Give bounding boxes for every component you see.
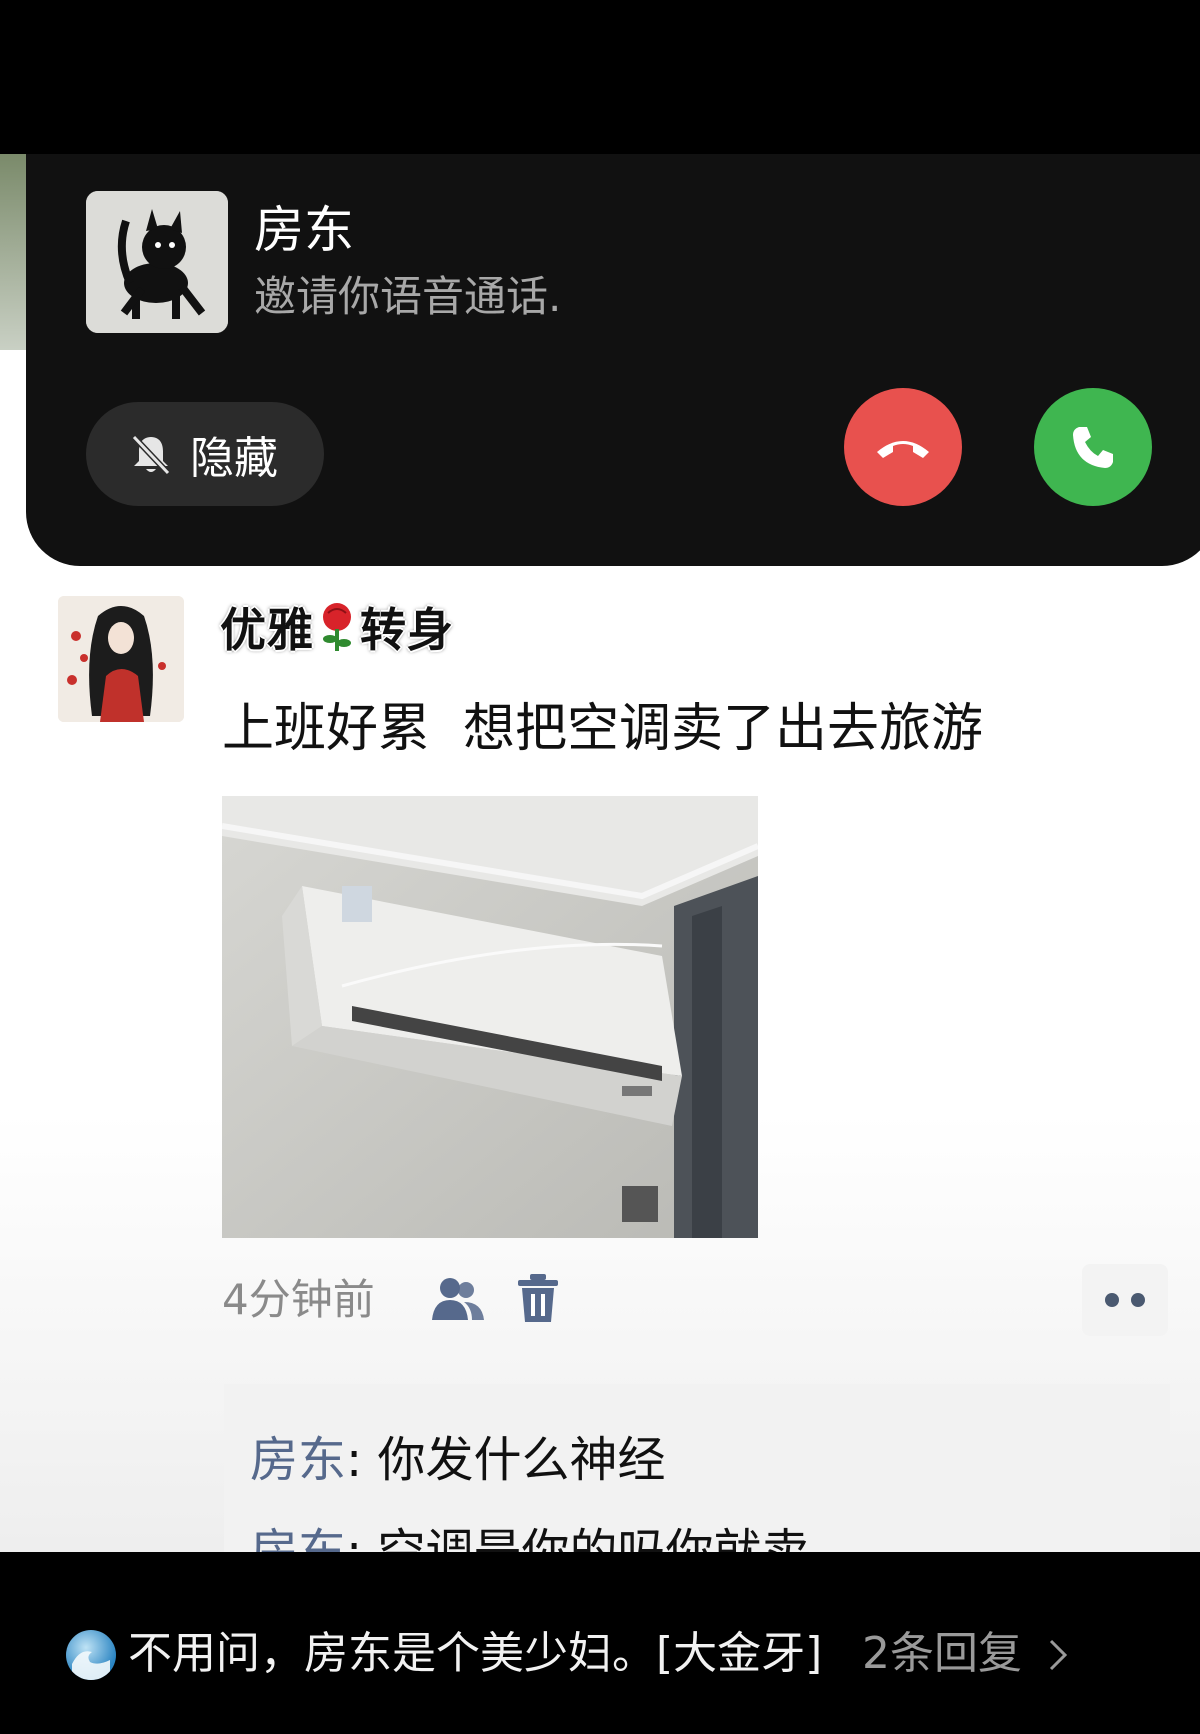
bottom-comment-text: 不用问，房东是个美少妇。[大金牙] bbox=[128, 1628, 823, 1679]
phone-icon bbox=[1073, 427, 1113, 468]
poster-name-part1: 优雅 bbox=[220, 603, 314, 657]
bell-muted-icon bbox=[128, 431, 174, 477]
comment-item[interactable]: 房东: 你发什么神经 bbox=[250, 1428, 665, 1492]
accept-call-button[interactable] bbox=[1034, 388, 1152, 506]
comment-separator: : bbox=[346, 1432, 378, 1488]
more-dot-icon bbox=[1105, 1293, 1119, 1307]
bottom-comment-bar[interactable]: 不用问，房东是个美少妇。[大金牙] 2条回复 bbox=[0, 1600, 1200, 1710]
wave-icon bbox=[72, 1651, 110, 1680]
hide-label: 隐藏 bbox=[190, 433, 278, 484]
comment-author[interactable]: 房东 bbox=[250, 1432, 346, 1488]
caller-avatar bbox=[86, 191, 228, 333]
hang-up-icon bbox=[877, 441, 929, 458]
poster-name-part2: 转身 bbox=[360, 603, 454, 657]
black-cat-image bbox=[86, 191, 228, 333]
comment-author[interactable]: 房东 bbox=[250, 1524, 346, 1552]
air-conditioner-image bbox=[222, 796, 758, 1238]
comment-text: 你发什么神经 bbox=[377, 1432, 666, 1488]
rose-icon bbox=[320, 601, 354, 667]
more-dot-icon bbox=[1131, 1293, 1145, 1307]
poster-name[interactable]: 优雅 转身 bbox=[220, 600, 454, 667]
reply-count-link[interactable]: 2条回复 bbox=[862, 1624, 1022, 1684]
trash-icon[interactable] bbox=[516, 1272, 560, 1324]
chevron-right-icon[interactable] bbox=[1048, 1638, 1068, 1672]
comments-box: 房东: 你发什么神经 房东: 空调是你的吗你就卖 bbox=[224, 1384, 1170, 1552]
incoming-call-banner[interactable]: 房东 邀请你语音通话. 隐藏 bbox=[26, 154, 1200, 566]
poster-avatar[interactable] bbox=[58, 596, 184, 722]
more-options-button[interactable] bbox=[1082, 1264, 1168, 1336]
post-photo[interactable] bbox=[222, 796, 758, 1238]
woman-illustration-image bbox=[58, 596, 184, 722]
comment-item[interactable]: 房东: 空调是你的吗你就卖 bbox=[250, 1520, 809, 1552]
post-time: 4分钟前 bbox=[222, 1275, 375, 1324]
comment-text: 空调是你的吗你就卖 bbox=[377, 1524, 810, 1552]
decline-call-button[interactable] bbox=[844, 388, 962, 506]
screen: 房东 邀请你语音通话. 隐藏 优雅 转身 上班好累 想把空调卖了出去旅游 4分钟… bbox=[0, 154, 1200, 1552]
post-text: 上班好累 想把空调卖了出去旅游 bbox=[222, 699, 984, 759]
caller-name: 房东 bbox=[254, 201, 354, 259]
background-strip bbox=[0, 154, 28, 350]
comment-separator: : bbox=[346, 1524, 378, 1552]
visibility-people-icon[interactable] bbox=[430, 1274, 486, 1324]
hide-button[interactable]: 隐藏 bbox=[86, 402, 324, 506]
call-subtitle: 邀请你语音通话. bbox=[254, 272, 562, 321]
commenter-avatar[interactable] bbox=[66, 1630, 116, 1680]
